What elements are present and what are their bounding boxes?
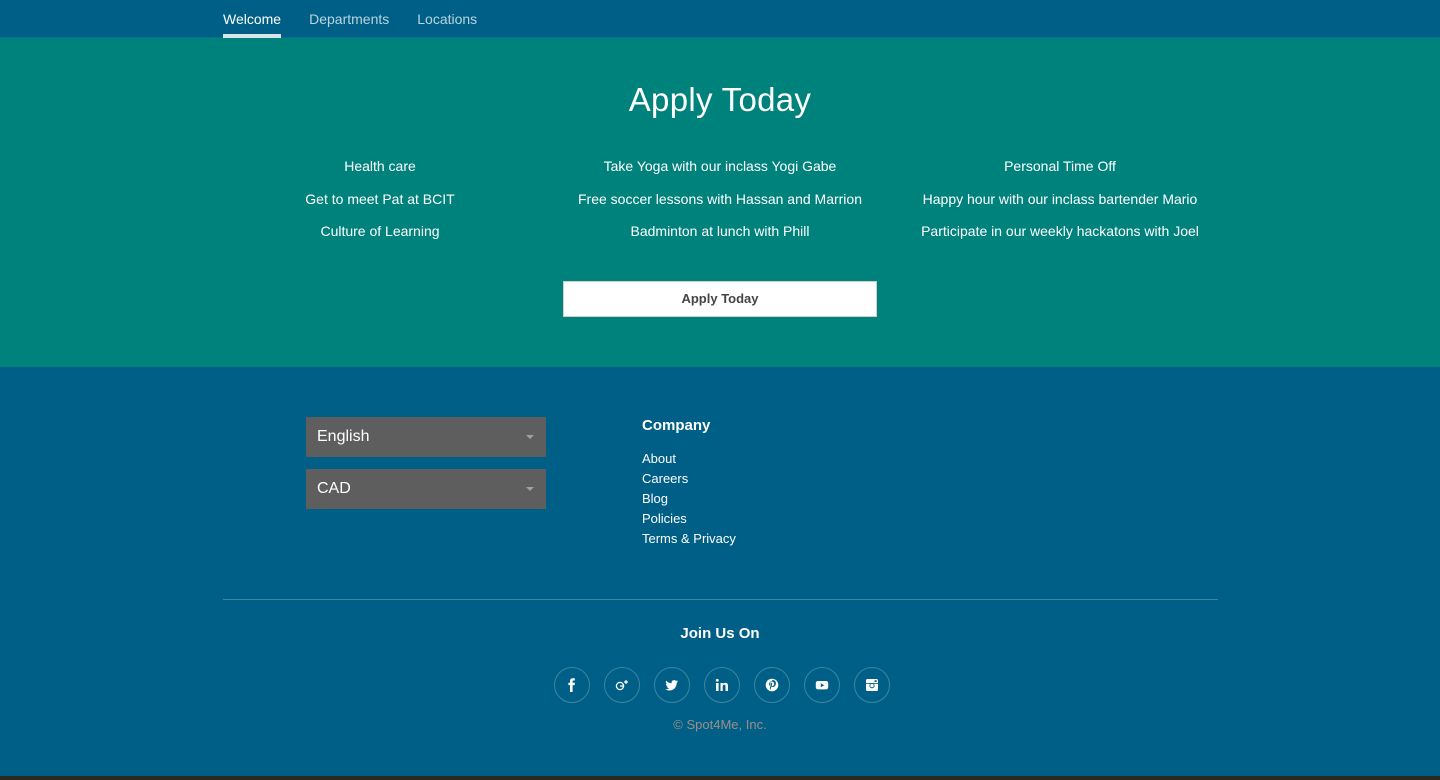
- link-policies[interactable]: Policies: [642, 511, 736, 531]
- chevron-down-icon: [526, 487, 534, 491]
- join-heading: Join Us On: [680, 625, 760, 642]
- tab-locations[interactable]: Locations: [417, 0, 477, 38]
- perk-item: Take Yoga with our inclass Yogi Gabe: [603, 158, 837, 174]
- perk-item: Badminton at lunch with Phill: [630, 223, 810, 239]
- perk-item: Happy hour with our inclass bartender Ma…: [922, 190, 1198, 207]
- perk-item: Health care: [344, 158, 416, 174]
- hero-title: Apply Today: [628, 81, 812, 118]
- apply-hero: Apply Today Health care Get to meet Pat …: [0, 38, 1440, 367]
- pinterest-icon[interactable]: [754, 667, 790, 703]
- footer: English CAD Company About Careers Blog P…: [0, 367, 1440, 776]
- perks-column-1: Health care Get to meet Pat at BCIT Cult…: [210, 158, 550, 256]
- perk-item: Personal Time Off: [1004, 158, 1116, 174]
- link-about[interactable]: About: [642, 451, 736, 471]
- language-select[interactable]: English: [306, 417, 546, 457]
- chevron-down-icon: [526, 435, 534, 439]
- background-image-strip: [0, 776, 1440, 780]
- perk-item: Culture of Learning: [320, 223, 440, 239]
- language-select-value: English: [317, 428, 370, 445]
- linkedin-icon[interactable]: [704, 667, 740, 703]
- facebook-icon[interactable]: [554, 667, 590, 703]
- top-nav: Welcome Departments Locations: [0, 0, 1440, 38]
- perks-column-3: Personal Time Off Happy hour with our in…: [890, 158, 1230, 256]
- apply-today-button[interactable]: Apply Today: [563, 281, 877, 317]
- perks-column-2: Take Yoga with our inclass Yogi Gabe Fre…: [550, 158, 890, 256]
- company-heading: Company: [642, 417, 711, 434]
- company-links: About Careers Blog Policies Terms & Priv…: [642, 451, 736, 551]
- link-terms-privacy[interactable]: Terms & Privacy: [642, 531, 736, 551]
- twitter-icon[interactable]: [654, 667, 690, 703]
- youtube-icon[interactable]: [804, 667, 840, 703]
- instagram-icon[interactable]: [854, 667, 890, 703]
- nav-tabs: Welcome Departments Locations: [223, 0, 477, 38]
- currency-select-value: CAD: [317, 480, 351, 497]
- tab-welcome[interactable]: Welcome: [223, 0, 282, 38]
- link-blog[interactable]: Blog: [642, 491, 736, 511]
- social-links: [554, 667, 890, 703]
- perk-item: Participate in our weekly hackatons with…: [921, 223, 1199, 239]
- perk-item: Free soccer lessons with Hassan and Marr…: [577, 190, 862, 207]
- google-plus-icon[interactable]: [604, 667, 640, 703]
- copyright-text: © Spot4Me, Inc.: [673, 717, 767, 732]
- perk-item: Get to meet Pat at BCIT: [305, 190, 455, 207]
- link-careers[interactable]: Careers: [642, 471, 736, 491]
- currency-select[interactable]: CAD: [306, 469, 546, 509]
- footer-divider: [223, 599, 1218, 600]
- tab-departments[interactable]: Departments: [309, 0, 389, 38]
